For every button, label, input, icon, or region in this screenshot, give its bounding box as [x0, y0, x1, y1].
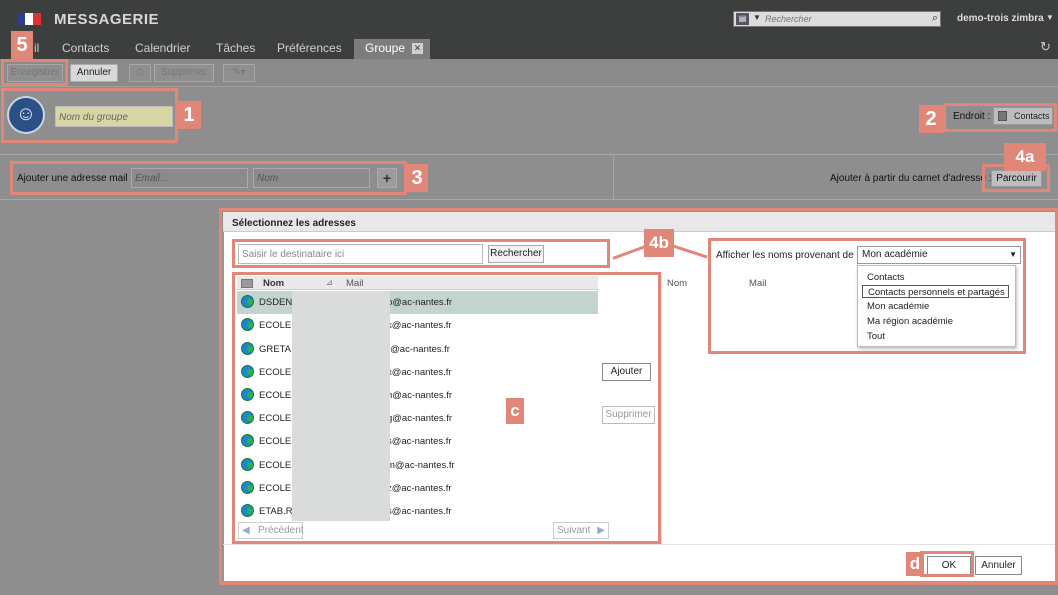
callout-box-search: [232, 239, 610, 268]
print-icon[interactable]: ⎙: [129, 64, 151, 82]
callout-box-source: [708, 238, 1026, 354]
callout-badge-4a: 4a: [1004, 143, 1046, 171]
callout-box-d: [920, 551, 974, 577]
tab-contacts[interactable]: Contacts: [62, 40, 109, 59]
search-icon[interactable]: ⌕: [932, 12, 938, 25]
callout-box-3: [10, 161, 407, 195]
callout-box-2: [943, 103, 1057, 132]
callout-badge-3: 3: [406, 164, 428, 192]
french-flag-logo: [17, 13, 41, 25]
tab-preferences[interactable]: Préférences: [277, 40, 342, 59]
app-title: MESSAGERIE: [54, 11, 160, 28]
tab-groupe[interactable]: Groupe ✕: [354, 39, 430, 59]
tab-calendrier[interactable]: Calendrier: [135, 40, 190, 59]
callout-badge-c: c: [506, 398, 524, 424]
from-addressbook-label: Ajouter à partir du carnet d'adresse :: [830, 173, 992, 184]
callout-box-c: [232, 272, 661, 544]
cancel-button[interactable]: Annuler: [70, 64, 118, 82]
search-input[interactable]: [765, 13, 925, 25]
divider: [613, 154, 614, 200]
username[interactable]: demo-trois zimbra: [957, 13, 1044, 24]
callout-box-5: [1, 59, 68, 86]
tab-mail[interactable]: il: [34, 40, 39, 59]
callout-badge-1: 1: [177, 101, 201, 129]
refresh-icon[interactable]: ↻: [1040, 39, 1051, 55]
search-box[interactable]: ▤ ▼ ⌕: [733, 11, 941, 27]
search-scope-icon[interactable]: ▤: [736, 13, 749, 25]
tag-icon[interactable]: ✎▾: [223, 64, 255, 82]
chevron-down-icon[interactable]: ▼: [753, 13, 761, 22]
callout-badge-4b: 4b: [644, 229, 674, 257]
callout-badge-d: d: [906, 552, 924, 576]
tab-groupe-label: Groupe: [365, 41, 406, 55]
tab-taches[interactable]: Tâches: [216, 40, 255, 59]
callout-badge-5: 5: [11, 31, 33, 59]
callout-badge-2: 2: [919, 105, 943, 133]
user-menu-chevron-icon[interactable]: ▼: [1046, 13, 1054, 22]
callout-box-1: [1, 88, 178, 143]
delete-button[interactable]: Supprimer: [154, 64, 214, 82]
close-icon[interactable]: ✕: [412, 43, 423, 54]
